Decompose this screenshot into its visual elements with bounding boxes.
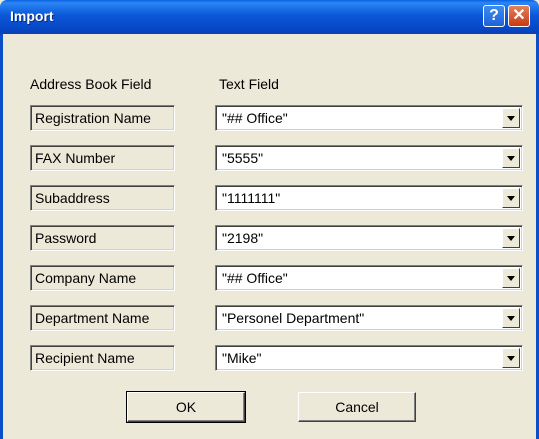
ok-button[interactable]: OK — [126, 391, 246, 423]
field-row: Registration Name "## Office" — [0, 105, 539, 131]
dropdown-value: "## Office" — [222, 270, 288, 286]
window-title: Import — [10, 8, 54, 24]
text-field-dropdown[interactable]: "Mike" — [215, 345, 523, 371]
field-row: Recipient Name "Mike" — [0, 345, 539, 371]
field-label: Registration Name — [30, 105, 175, 131]
dropdown-value: "2198" — [222, 230, 264, 246]
text-field-dropdown[interactable]: "2198" — [215, 225, 523, 251]
chevron-down-icon[interactable] — [502, 348, 520, 368]
chevron-down-icon[interactable] — [502, 308, 520, 328]
text-field-dropdown[interactable]: "## Office" — [215, 105, 523, 131]
dropdown-value: "5555" — [222, 150, 264, 166]
field-row: Company Name "## Office" — [0, 265, 539, 291]
text-field-dropdown[interactable]: "Personel Department" — [215, 305, 523, 331]
chevron-down-icon[interactable] — [502, 188, 520, 208]
field-label: Company Name — [30, 265, 175, 291]
chevron-down-icon[interactable] — [502, 268, 520, 288]
field-label: Department Name — [30, 305, 175, 331]
field-row: Department Name "Personel Department" — [0, 305, 539, 331]
close-icon[interactable]: ✕ — [508, 5, 530, 27]
column-header-text-field: Text Field — [219, 76, 279, 92]
field-label: Recipient Name — [30, 345, 175, 371]
chevron-down-icon[interactable] — [502, 228, 520, 248]
text-field-dropdown[interactable]: "## Office" — [215, 265, 523, 291]
chevron-down-icon[interactable] — [502, 108, 520, 128]
field-row: FAX Number "5555" — [0, 145, 539, 171]
field-row: Subaddress "1111111" — [0, 185, 539, 211]
title-bar[interactable]: Import ? ✕ — [0, 0, 539, 34]
dropdown-value: "1111111" — [222, 190, 281, 206]
column-header-address-book: Address Book Field — [30, 76, 152, 92]
dropdown-value: "Personel Department" — [222, 310, 365, 326]
dropdown-value: "Mike" — [222, 350, 262, 366]
field-label: FAX Number — [30, 145, 175, 171]
text-field-dropdown[interactable]: "5555" — [215, 145, 523, 171]
chevron-down-icon[interactable] — [502, 148, 520, 168]
dropdown-value: "## Office" — [222, 110, 288, 126]
help-icon[interactable]: ? — [483, 5, 505, 27]
cancel-button[interactable]: Cancel — [298, 392, 416, 422]
field-row: Password "2198" — [0, 225, 539, 251]
field-label: Password — [30, 225, 175, 251]
field-label: Subaddress — [30, 185, 175, 211]
text-field-dropdown[interactable]: "1111111" — [215, 185, 523, 211]
